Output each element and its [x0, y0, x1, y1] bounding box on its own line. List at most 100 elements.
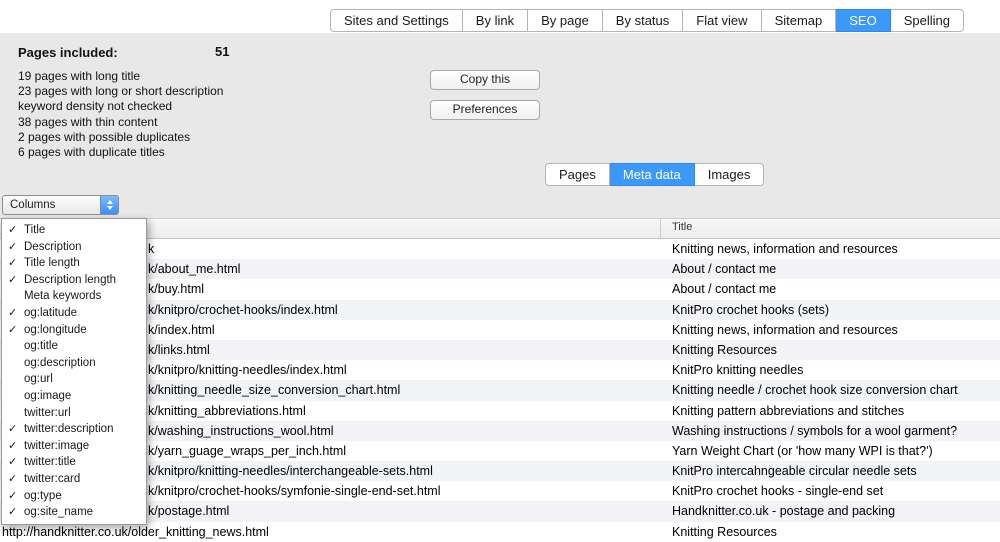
check-icon: ✓ [8, 239, 22, 256]
title-cell: Knitting Resources [672, 522, 777, 542]
menu-item-og-image[interactable]: og:image [2, 388, 146, 405]
columns-popup-button[interactable]: Columns [2, 195, 119, 215]
detail-tabs: PagesMeta dataImages [545, 163, 764, 186]
menu-item-og-description[interactable]: og:description [2, 355, 146, 372]
check-icon: ✓ [8, 421, 22, 438]
tab-meta-data[interactable]: Meta data [610, 163, 695, 186]
menu-item-og-title[interactable]: og:title [2, 338, 146, 355]
menu-item-og-site-name[interactable]: ✓og:site_name [2, 504, 146, 521]
table-row[interactable]: k/yarn_guage_wraps_per_inch.htmlYarn Wei… [0, 441, 1000, 461]
check-icon: ✓ [8, 255, 22, 272]
column-divider [660, 219, 661, 238]
table-row[interactable]: k/knitting_abbreviations.htmlKnitting pa… [0, 401, 1000, 421]
menu-item-twitter-image[interactable]: ✓twitter:image [2, 438, 146, 455]
menu-item-title-length[interactable]: ✓Title length [2, 255, 146, 272]
menu-item-og-type[interactable]: ✓og:type [2, 488, 146, 505]
menu-item-label: twitter:url [24, 407, 71, 419]
title-cell: About / contact me [672, 279, 776, 299]
menu-item-label: og:type [24, 490, 62, 502]
menu-item-label: og:longitude [24, 324, 87, 336]
table-row[interactable]: k/knitting_needle_size_conversion_chart.… [0, 380, 1000, 400]
url-cell: k/knitting_needle_size_conversion_chart.… [148, 380, 400, 400]
table-header: Title [0, 218, 1000, 239]
summary-line: 38 pages with thin content [18, 115, 223, 130]
table-row[interactable]: k/knitpro/knitting-needles/index.html Kni… [0, 360, 1000, 380]
title-cell: Knitting pattern abbreviations and stitc… [672, 401, 904, 421]
menu-item-label: Description length [24, 274, 116, 286]
menu-item-label: og:title [24, 340, 58, 352]
url-cell: k/knitpro/knitting-needles/interchangeab… [148, 461, 433, 481]
chevron-updown-icon [100, 196, 118, 214]
tab-images[interactable]: Images [695, 163, 765, 186]
menu-item-label: og:url [24, 373, 53, 385]
check-icon: ✓ [8, 222, 22, 239]
table-row[interactable]: k/postage.htmlHandknitter.co.uk - postag… [0, 501, 1000, 521]
menu-item-description[interactable]: ✓Description [2, 239, 146, 256]
tab-sites-and-settings[interactable]: Sites and Settings [330, 9, 463, 32]
tab-flat-view[interactable]: Flat view [683, 9, 761, 32]
menu-item-label: Title [24, 224, 45, 236]
menu-item-label: og:site_name [24, 506, 93, 518]
table-row[interactable]: k/links.htmlKnitting Resources [0, 340, 1000, 360]
title-cell: Knitting Resources [672, 340, 777, 360]
title-cell: Knitting news, information and resources [672, 320, 898, 340]
title-cell: About / contact me [672, 259, 776, 279]
menu-item-og-latitude[interactable]: ✓og:latitude [2, 305, 146, 322]
tab-pages[interactable]: Pages [545, 163, 610, 186]
pages-included-value: 51 [215, 44, 229, 59]
summary-line: 6 pages with duplicate titles [18, 145, 223, 160]
menu-item-og-longitude[interactable]: ✓og:longitude [2, 322, 146, 339]
menu-item-twitter-url[interactable]: twitter:url [2, 405, 146, 422]
table-row[interactable]: k/buy.htmlAbout / contact me [0, 279, 1000, 299]
table-row[interactable]: kKnitting news, information and resource… [0, 239, 1000, 259]
title-cell: KnitPro knitting needles [672, 360, 803, 380]
tab-sitemap[interactable]: Sitemap [762, 9, 837, 32]
menu-item-label: Meta keywords [24, 290, 101, 302]
menu-item-label: twitter:description [24, 423, 113, 435]
table-row[interactable]: http://handknitter.co.uk/older_knitting_… [0, 522, 1000, 542]
menu-item-label: twitter:title [24, 456, 76, 468]
title-cell: KnitPro intercahngeable circular needle … [672, 461, 917, 481]
summary-line: 2 pages with possible duplicates [18, 130, 223, 145]
check-icon: ✓ [8, 322, 22, 339]
table-row[interactable]: k/washing_instructions_wool.htmlWashing … [0, 421, 1000, 441]
columns-menu: ✓Title✓Description✓Title length✓Descript… [1, 218, 147, 525]
url-cell: k/knitpro/crochet-hooks/index.html [148, 300, 338, 320]
menu-item-meta-keywords[interactable]: Meta keywords [2, 288, 146, 305]
url-cell: k/knitpro/knitting-needles/index.html [148, 360, 347, 380]
url-cell: k/yarn_guage_wraps_per_inch.html [148, 441, 346, 461]
tab-by-page[interactable]: By page [528, 9, 603, 32]
url-cell: k/index.html [148, 320, 215, 340]
view-tabs: Sites and SettingsBy linkBy pageBy statu… [330, 9, 964, 32]
copy-this-button[interactable]: Copy this [430, 70, 540, 90]
pages-included-label: Pages included: [18, 45, 118, 60]
tab-by-link[interactable]: By link [463, 9, 528, 32]
title-column-header[interactable]: Title [672, 221, 692, 233]
check-icon: ✓ [8, 305, 22, 322]
menu-item-description-length[interactable]: ✓Description length [2, 272, 146, 289]
check-icon: ✓ [8, 454, 22, 471]
menu-item-label: og:latitude [24, 307, 77, 319]
table-row[interactable]: k/knitpro/knitting-needles/interchangeab… [0, 461, 1000, 481]
check-icon: ✓ [8, 504, 22, 521]
preferences-button[interactable]: Preferences [430, 100, 540, 120]
table-row[interactable]: k/about_me.htmlAbout / contact me [0, 259, 1000, 279]
title-cell: Knitting news, information and resources [672, 239, 898, 259]
tab-spelling[interactable]: Spelling [891, 9, 964, 32]
table-row[interactable]: k/knitpro/crochet-hooks/index.htmlKnitPr… [0, 300, 1000, 320]
tab-by-status[interactable]: By status [603, 9, 683, 32]
table-row[interactable]: k/index.html Knitting news, information a… [0, 320, 1000, 340]
tab-seo[interactable]: SEO [836, 9, 890, 32]
url-cell: k/postage.html [148, 501, 229, 521]
summary-line: 19 pages with long title [18, 69, 223, 84]
menu-item-og-url[interactable]: og:url [2, 371, 146, 388]
check-icon: ✓ [8, 272, 22, 289]
check-icon: ✓ [8, 488, 22, 505]
menu-item-title[interactable]: ✓Title [2, 222, 146, 239]
menu-item-twitter-card[interactable]: ✓twitter:card [2, 471, 146, 488]
table-row[interactable]: k/knitpro/crochet-hooks/symfonie-single-… [0, 481, 1000, 501]
menu-item-label: twitter:image [24, 440, 89, 452]
menu-item-twitter-title[interactable]: ✓twitter:title [2, 454, 146, 471]
menu-item-twitter-description[interactable]: ✓twitter:description [2, 421, 146, 438]
title-cell: KnitPro crochet hooks - single-end set [672, 481, 883, 501]
